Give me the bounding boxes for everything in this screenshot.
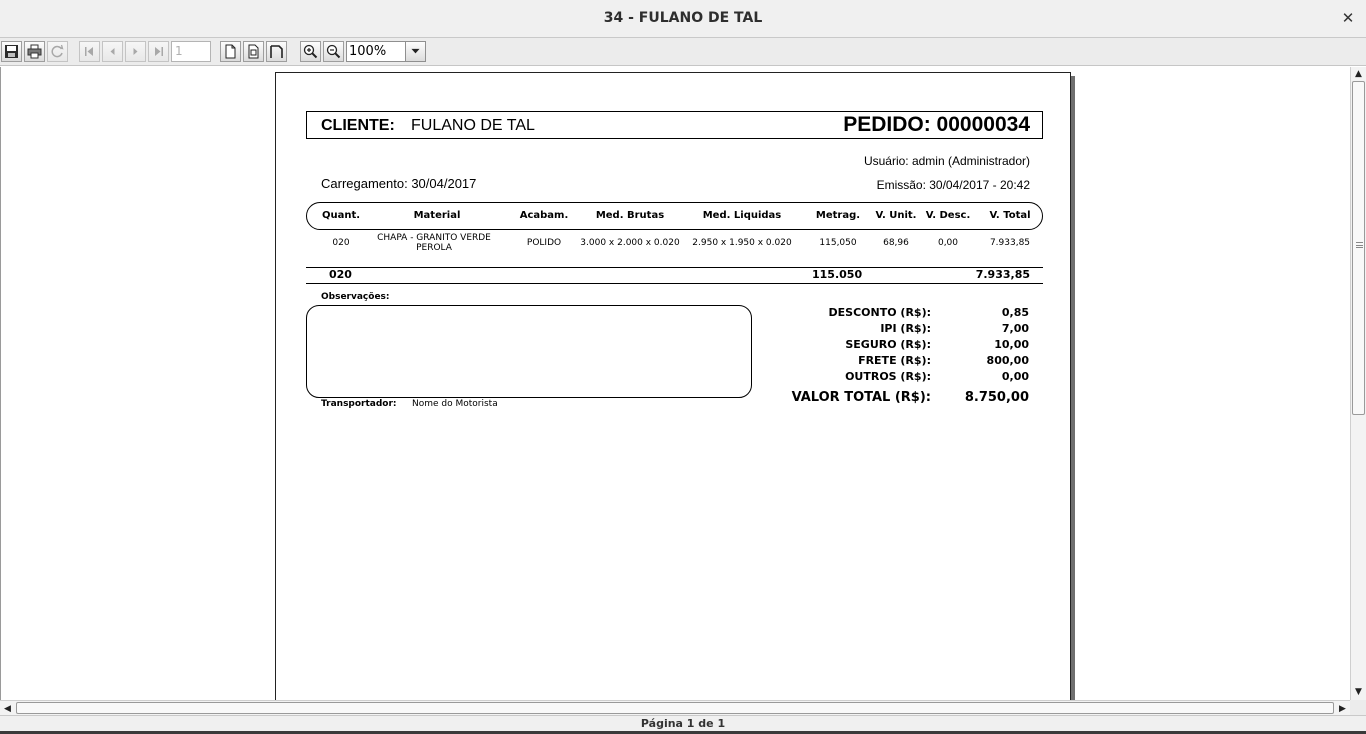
zoom-in-button[interactable] (300, 41, 321, 62)
next-page-icon (133, 48, 138, 55)
zoom-out-button[interactable] (323, 41, 344, 62)
next-page-button[interactable] (125, 41, 146, 62)
previous-page-button[interactable] (102, 41, 123, 62)
zoom-in-icon (303, 44, 318, 59)
column-header-quant: Quant. (321, 210, 361, 221)
totals-top-rule (306, 267, 1043, 268)
cell-v-total: 7.933,85 (989, 238, 1031, 248)
seguro-value: 10,00 (994, 338, 1029, 351)
emissao-date: Emissão: 30/04/2017 - 20:42 (876, 178, 1030, 192)
seguro-label: SEGURO (R$): (845, 338, 931, 351)
column-header-metrag: Metrag. (815, 210, 861, 221)
column-header-v-total: V. Total (989, 210, 1031, 221)
column-header-med-brutas: Med. Brutas (595, 210, 665, 221)
cell-v-desc: 0,00 (937, 238, 959, 248)
first-page-button[interactable] (79, 41, 100, 62)
save-button[interactable] (1, 41, 22, 62)
frete-value: 800,00 (986, 354, 1029, 367)
column-header-v-desc: V. Desc. (925, 210, 971, 221)
scroll-left-icon[interactable]: ◀ (0, 701, 15, 716)
scroll-right-icon[interactable]: ▶ (1335, 701, 1350, 716)
vertical-scrollbar[interactable]: ▲ ▼ (1350, 67, 1366, 700)
cell-v-unit: 68,96 (883, 238, 909, 248)
save-icon (5, 45, 18, 58)
previous-page-icon (110, 48, 115, 55)
grip-icon (1356, 242, 1363, 248)
cliente-name: FULANO DE TAL (411, 117, 535, 134)
report-viewport[interactable]: CLIENTE: FULANO DE TAL PEDIDO: 00000034 … (0, 67, 1350, 700)
desconto-value: 0,85 (1001, 306, 1029, 319)
total-value: 7.933,85 (975, 268, 1030, 281)
outros-label: OUTROS (R$): (845, 370, 931, 383)
fit-page-icon (248, 44, 259, 59)
cell-med-liquidas: 2.950 x 1.950 x 0.020 (692, 238, 792, 248)
ipi-value: 7,00 (1001, 322, 1029, 335)
page-indicator: Página 1 de 1 (0, 715, 1366, 731)
vertical-scroll-thumb[interactable] (1352, 81, 1365, 415)
carregamento-date: Carregamento: 30/04/2017 (321, 176, 477, 191)
transportador-label: Transportador: (321, 399, 397, 409)
total-metrag: 115.050 (812, 268, 863, 281)
cell-quant: 020 (332, 238, 350, 248)
fit-page-button[interactable] (243, 41, 264, 62)
transportador-name: Nome do Motorista (412, 399, 498, 409)
page-number-input[interactable]: 1 (171, 41, 211, 62)
last-page-icon (155, 47, 163, 56)
first-page-icon (85, 47, 93, 56)
close-icon[interactable]: ✕ (1340, 9, 1356, 27)
horizontal-scrollbar[interactable]: ◀ ▶ (0, 700, 1350, 715)
zoom-out-icon (326, 44, 341, 59)
pedido-number: PEDIDO: 00000034 (843, 113, 1030, 136)
valor-total-label: VALOR TOTAL (R$): (791, 390, 931, 405)
cell-metrag: 115,050 (819, 238, 857, 248)
chevron-down-icon (411, 48, 420, 54)
cliente-label: CLIENTE: (321, 117, 395, 134)
report-page: CLIENTE: FULANO DE TAL PEDIDO: 00000034 … (275, 72, 1071, 700)
actual-size-icon (225, 44, 236, 59)
column-header-material: Material (413, 210, 461, 221)
totals-bottom-rule (306, 283, 1043, 284)
outros-value: 0,00 (1001, 370, 1029, 383)
observacoes-label: Observações: (321, 292, 390, 302)
actual-size-button[interactable] (220, 41, 241, 62)
last-page-button[interactable] (148, 41, 169, 62)
column-header-med-liquidas: Med. Liquidas (702, 210, 782, 221)
zoom-dropdown-button[interactable] (405, 41, 426, 62)
page-shadow (1071, 76, 1075, 700)
scroll-down-icon[interactable]: ▼ (1351, 685, 1366, 699)
usuario-text: Usuário: admin (Administrador) (863, 154, 1030, 168)
reload-icon (51, 44, 64, 58)
cell-acabam: POLIDO (526, 238, 562, 248)
viewer-toolbar: 1 100% (0, 38, 1366, 66)
frete-label: FRETE (R$): (858, 354, 931, 367)
fit-width-button[interactable] (266, 41, 287, 62)
valor-total-value: 8.750,00 (964, 390, 1029, 405)
ipi-label: IPI (R$): (880, 322, 931, 335)
column-header-acabam: Acabam. (519, 210, 569, 221)
zoom-level-input[interactable]: 100% (346, 41, 406, 62)
window-title-bar: 34 - FULANO DE TAL ✕ (0, 0, 1366, 38)
cell-med-brutas: 3.000 x 2.000 x 0.020 (580, 238, 680, 248)
print-button[interactable] (24, 41, 45, 62)
observacoes-box (306, 305, 752, 398)
horizontal-scroll-thumb[interactable] (16, 702, 1334, 714)
desconto-label: DESCONTO (R$): (828, 306, 931, 319)
cell-material: CHAPA - GRANITO VERDE PEROLA (377, 233, 491, 253)
fit-width-icon (270, 45, 283, 58)
column-header-v-unit: V. Unit. (875, 210, 917, 221)
total-quant: 020 (329, 268, 352, 281)
scrollbar-corner (1350, 700, 1366, 715)
window-title: 34 - FULANO DE TAL (603, 10, 763, 26)
reload-button[interactable] (47, 41, 68, 62)
scroll-up-icon[interactable]: ▲ (1351, 67, 1366, 81)
print-icon (27, 44, 42, 59)
